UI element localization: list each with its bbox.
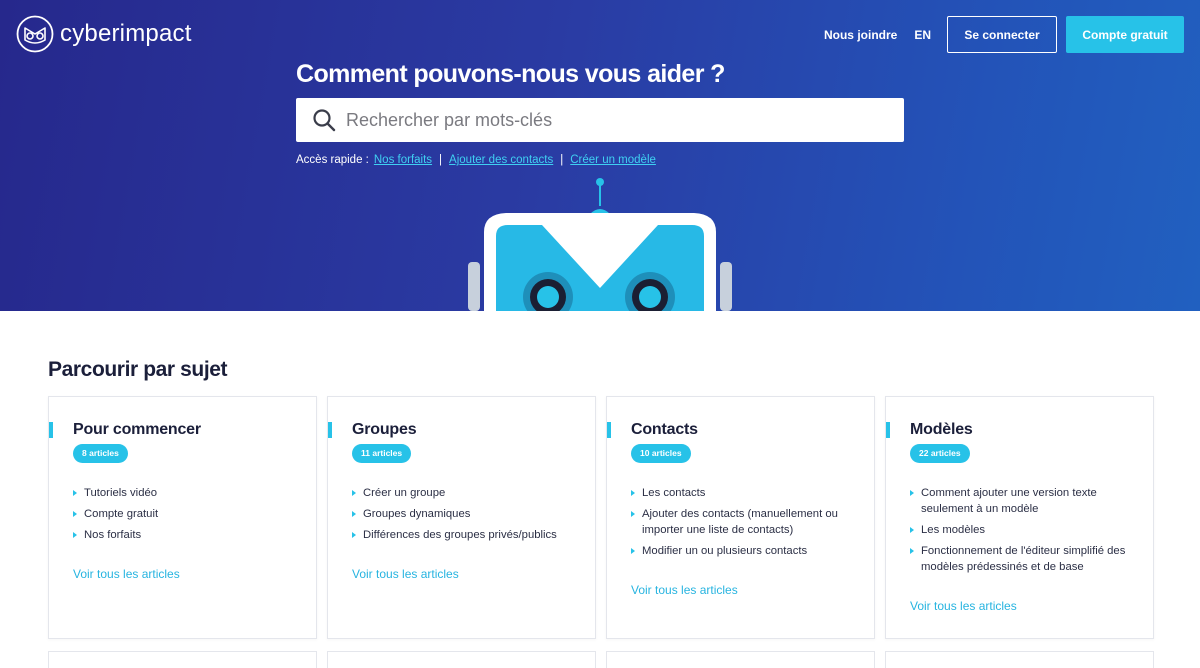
free-account-button[interactable]: Compte gratuit — [1066, 16, 1184, 53]
quick-link-add-contacts[interactable]: Ajouter des contacts — [449, 154, 553, 166]
article-link[interactable]: Les modèles — [910, 522, 1142, 538]
topic-card-groups: Groupes 11 articles Créer un groupe Grou… — [327, 396, 596, 639]
article-list: Les contacts Ajouter des contacts (manue… — [631, 485, 863, 564]
topic-card-contacts: Contacts 10 articles Les contacts Ajoute… — [606, 396, 875, 639]
article-count-badge: 8 articles — [73, 444, 128, 463]
top-navigation: Nous joindre EN Se connecter Compte grat… — [824, 16, 1184, 53]
card-accent-bar — [607, 422, 611, 438]
article-link[interactable]: Tutoriels vidéo — [73, 485, 305, 501]
quick-separator: | — [560, 154, 564, 166]
card-title[interactable]: Pour commencer — [73, 421, 201, 439]
quick-access-label: Accès rapide : — [296, 154, 369, 166]
article-link[interactable]: Compte gratuit — [73, 506, 305, 522]
card-title[interactable]: Contacts — [631, 421, 698, 439]
quick-link-plans[interactable]: Nos forfaits — [374, 154, 432, 166]
search-input[interactable] — [346, 100, 904, 140]
article-link[interactable]: Nos forfaits — [73, 527, 305, 543]
topic-card-templates: Modèles 22 articles Comment ajouter une … — [885, 396, 1154, 639]
search-icon[interactable] — [312, 108, 336, 132]
contact-link[interactable]: Nous joindre — [824, 28, 897, 42]
see-all-articles-link[interactable]: Voir tous les articles — [910, 599, 1017, 613]
search-box[interactable] — [296, 98, 904, 142]
article-count-badge: 10 articles — [631, 444, 691, 463]
card-title[interactable]: Groupes — [352, 421, 417, 439]
article-link[interactable]: Les contacts — [631, 485, 863, 501]
article-link[interactable]: Groupes dynamiques — [352, 506, 584, 522]
article-count-badge: 22 articles — [910, 444, 970, 463]
article-link[interactable]: Ajouter des contacts (manuellement ou im… — [631, 506, 863, 538]
topic-card-partial — [885, 651, 1154, 668]
quick-separator: | — [439, 154, 443, 166]
article-count-badge: 11 articles — [352, 444, 412, 463]
owl-robot-logo-icon — [16, 15, 54, 53]
robot-mascot-illustration — [468, 178, 732, 311]
logo[interactable]: cyberimpact — [16, 15, 192, 53]
see-all-articles-link[interactable]: Voir tous les articles — [352, 567, 459, 581]
topic-card-partial — [327, 651, 596, 668]
article-link[interactable]: Différences des groupes privés/publics — [352, 527, 584, 543]
card-accent-bar — [886, 422, 890, 438]
quick-access: Accès rapide : Nos forfaits | Ajouter de… — [296, 154, 656, 166]
hero-title: Comment pouvons-nous vous aider ? — [296, 60, 725, 88]
article-list: Tutoriels vidéo Compte gratuit Nos forfa… — [73, 485, 305, 548]
topic-card-getting-started: Pour commencer 8 articles Tutoriels vidé… — [48, 396, 317, 639]
language-switch[interactable]: EN — [914, 28, 931, 42]
section-title: Parcourir par sujet — [48, 358, 228, 381]
card-title[interactable]: Modèles — [910, 421, 973, 439]
card-accent-bar — [328, 422, 332, 438]
article-link[interactable]: Créer un groupe — [352, 485, 584, 501]
hero-banner: cyberimpact Nous joindre EN Se connecter… — [0, 0, 1200, 311]
article-link[interactable]: Fonctionnement de l'éditeur simplifié de… — [910, 543, 1142, 575]
see-all-articles-link[interactable]: Voir tous les articles — [73, 567, 180, 581]
logo-text: cyberimpact — [60, 20, 192, 47]
article-list: Créer un groupe Groupes dynamiques Diffé… — [352, 485, 584, 548]
topic-card-partial — [48, 651, 317, 668]
article-list: Comment ajouter une version texte seulem… — [910, 485, 1142, 580]
article-link[interactable]: Comment ajouter une version texte seulem… — [910, 485, 1142, 517]
login-button[interactable]: Se connecter — [947, 16, 1057, 53]
see-all-articles-link[interactable]: Voir tous les articles — [631, 583, 738, 597]
quick-link-create-template[interactable]: Créer un modèle — [570, 154, 656, 166]
topic-card-partial — [606, 651, 875, 668]
article-link[interactable]: Modifier un ou plusieurs contacts — [631, 543, 863, 559]
card-accent-bar — [49, 422, 53, 438]
